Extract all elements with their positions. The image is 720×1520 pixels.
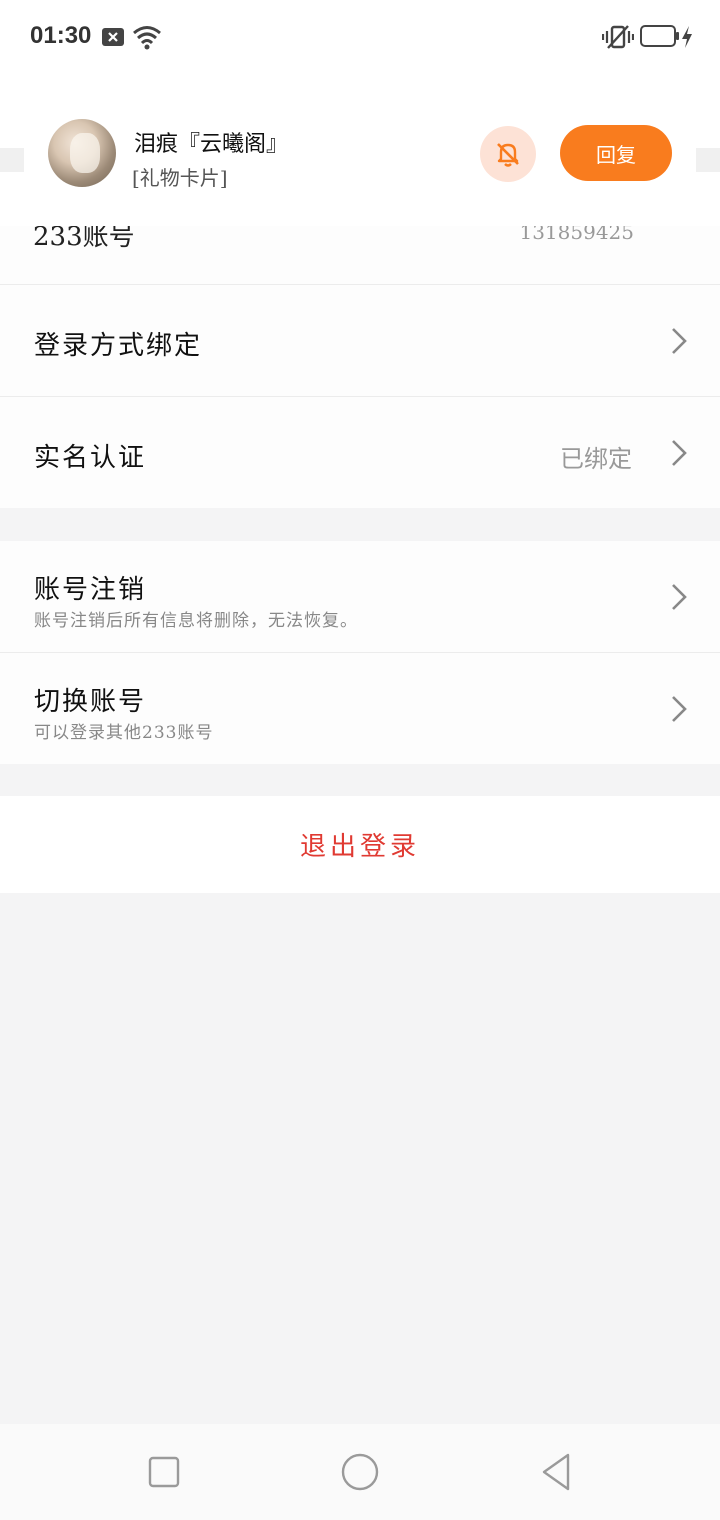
back-icon xyxy=(542,1453,570,1491)
row-value: 已绑定 xyxy=(560,445,632,473)
row-title: 账号注销 xyxy=(34,575,147,605)
sender-name: 泪痕『云曦阁』 xyxy=(134,132,289,157)
logout-label: 退出登录 xyxy=(299,832,420,862)
wifi-icon xyxy=(133,26,161,50)
bell-off-icon xyxy=(497,143,519,167)
background-edge xyxy=(0,148,24,172)
row-title: 233账号 xyxy=(33,226,135,252)
row-title: 登录方式绑定 xyxy=(34,331,203,361)
row-title: 实名认证 xyxy=(34,443,147,473)
settings-row-cancel-account[interactable]: 账号注销 账号注销后所有信息将删除，无法恢复。 xyxy=(0,541,720,652)
navigation-bar xyxy=(0,1424,720,1520)
back-button[interactable] xyxy=(532,1448,580,1496)
message-notification[interactable]: 泪痕『云曦阁』 [礼物卡片] 回复 xyxy=(0,76,720,226)
logout-button[interactable]: 退出登录 xyxy=(0,796,720,893)
background-edge xyxy=(696,148,720,172)
settings-row-login-binding[interactable]: 登录方式绑定 xyxy=(0,285,720,396)
home-icon xyxy=(341,1453,379,1491)
charging-bolt-icon xyxy=(682,26,692,48)
row-title: 切换账号 xyxy=(34,687,147,717)
settings-row-switch-account[interactable]: 切换账号 可以登录其他233账号 xyxy=(0,653,720,764)
settings-row-real-name[interactable]: 实名认证 已绑定 xyxy=(0,397,720,508)
chevron-right-icon xyxy=(672,440,687,466)
mute-button[interactable] xyxy=(480,126,536,182)
chevron-right-icon xyxy=(672,696,687,722)
status-time: 01:30 xyxy=(30,22,92,49)
recent-apps-icon xyxy=(148,1456,180,1488)
row-subtitle: 账号注销后所有信息将删除，无法恢复。 xyxy=(34,611,358,631)
battery-icon xyxy=(640,25,679,47)
chevron-right-icon xyxy=(672,328,687,354)
row-value: 131859425 xyxy=(519,226,634,244)
reply-button[interactable]: 回复 xyxy=(560,125,672,181)
settings-row-233-account[interactable]: 233账号 131859425 xyxy=(0,226,720,284)
chevron-right-icon xyxy=(672,584,687,610)
home-button[interactable] xyxy=(336,1448,384,1496)
notification-message: [礼物卡片] xyxy=(132,166,228,190)
vibrate-icon xyxy=(602,25,634,49)
status-bar: 01:30 xyxy=(0,0,720,76)
recent-apps-button[interactable] xyxy=(140,1448,188,1496)
sender-avatar xyxy=(48,119,116,187)
notification-x-icon xyxy=(102,28,124,46)
row-subtitle: 可以登录其他233账号 xyxy=(34,723,214,743)
